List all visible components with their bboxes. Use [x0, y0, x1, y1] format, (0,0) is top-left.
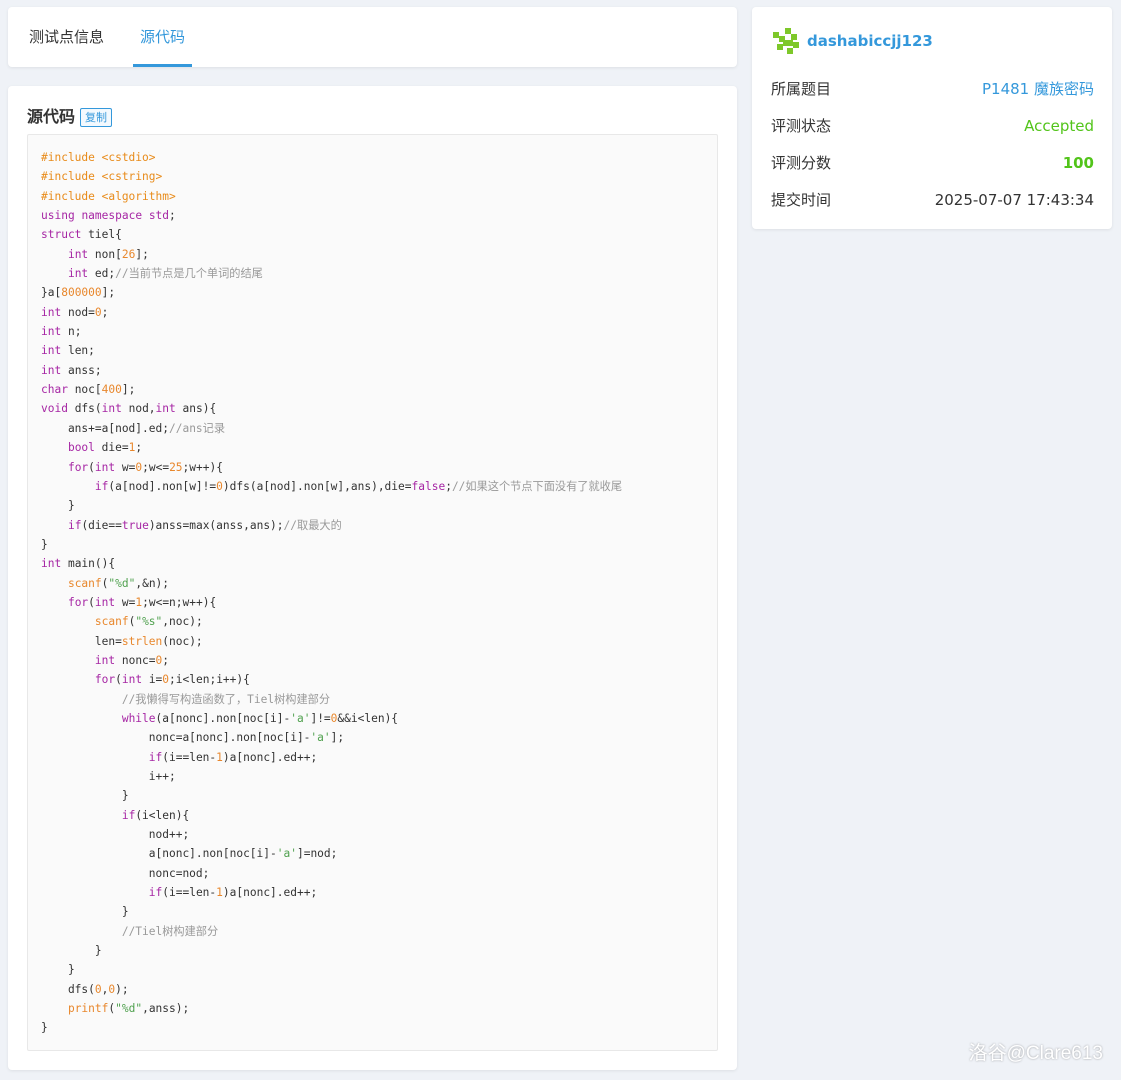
- source-code-text: #include <cstdio> #include <cstring> #in…: [41, 151, 623, 1035]
- info-row-submit-time: 提交时间 2025-07-07 17:43:34: [771, 190, 1094, 210]
- tab-source-code[interactable]: 源代码: [133, 7, 192, 67]
- source-code-panel: 源代码 复制 #include <cstdio> #include <cstri…: [8, 86, 737, 1070]
- info-label: 提交时间: [771, 191, 832, 209]
- tab-testcase-info[interactable]: 测试点信息: [29, 7, 104, 67]
- score-value: 100: [1062, 154, 1094, 172]
- info-label: 所属题目: [771, 80, 832, 98]
- watermark: 洛谷@Clare613: [968, 1043, 1103, 1064]
- submission-info-panel: dashabiccjj123 所属题目 P1481 魔族密码 评测状态 Acce…: [752, 7, 1112, 229]
- problem-link[interactable]: P1481 魔族密码: [982, 79, 1094, 99]
- info-label: 评测状态: [771, 117, 832, 135]
- user-avatar-icon[interactable]: [771, 26, 801, 56]
- tab-bar: 测试点信息 源代码: [8, 7, 737, 67]
- info-row-score: 评测分数 100: [771, 153, 1094, 173]
- status-badge: Accepted: [1024, 117, 1094, 135]
- source-code-title: 源代码: [27, 107, 76, 126]
- copy-button[interactable]: 复制: [80, 108, 112, 127]
- info-row-problem: 所属题目 P1481 魔族密码: [771, 79, 1094, 99]
- user-row: dashabiccjj123: [771, 26, 933, 56]
- username-link[interactable]: dashabiccjj123: [807, 32, 933, 50]
- info-row-status: 评测状态 Accepted: [771, 116, 1094, 136]
- submit-time-value: 2025-07-07 17:43:34: [934, 191, 1094, 209]
- code-block[interactable]: #include <cstdio> #include <cstring> #in…: [27, 134, 718, 1051]
- info-label: 评测分数: [771, 154, 832, 172]
